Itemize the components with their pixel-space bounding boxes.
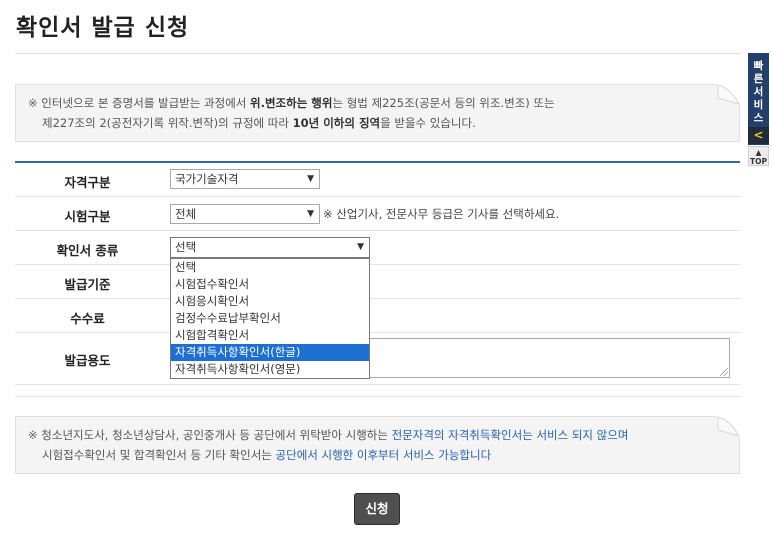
forgery-warning-notice: ※ 인터넷으로 본 증명서를 발급받는 과정에서 위.변조하는 행위는 형법 제… xyxy=(15,84,740,142)
row-cert-type: 확인서 종류 선택 ▼ xyxy=(15,231,740,265)
notice-line-2: 제227조의 2(공전자기록 위작.변작)의 규정에 따라 10년 이하의 징역… xyxy=(28,113,739,133)
dropdown-arrow-icon: ▼ xyxy=(357,242,364,252)
quick-service-char: 른 xyxy=(753,73,764,85)
notice-mark: ※ xyxy=(28,96,38,110)
page-title: 확인서 발급 신청 xyxy=(16,15,190,41)
notice-bold-text: 10년 이하의 징역 xyxy=(292,116,381,130)
quick-service-char: 비 xyxy=(753,99,764,111)
quick-service-char: 빠 xyxy=(753,60,764,72)
qual-type-value: 국가기술자격 xyxy=(175,172,239,186)
row-fee: 수수료 xyxy=(15,299,740,333)
notice-text: 시험접수확인서 및 합격확인서 등 기타 확인서는 xyxy=(42,448,276,462)
dropdown-option[interactable]: 시험합격확인서 xyxy=(171,327,369,344)
notice-highlight-text: 전문자격의 자격취득확인서는 서비스 되지 않으며 xyxy=(391,428,629,442)
notice-highlight-text: 공단에서 시행한 이후부터 서비스 가능합니다 xyxy=(275,448,492,462)
cert-type-label: 확인서 종류 xyxy=(56,243,119,258)
page-curl-icon xyxy=(716,84,740,106)
notice-line-1: ※ 인터넷으로 본 증명서를 발급받는 과정에서 위.변조하는 행위는 형법 제… xyxy=(28,93,739,113)
notice-bold-text: 위.변조하는 행위 xyxy=(250,96,333,110)
row-qual-type: 자격구분 국가기술자격 ▼ xyxy=(15,163,740,197)
cert-type-select[interactable]: 선택 ▼ xyxy=(170,237,370,258)
dropdown-option-highlighted[interactable]: 자격취득사항확인서(한글) xyxy=(171,344,369,361)
notice-text: 인터넷으로 본 증명서를 발급받는 과정에서 xyxy=(41,96,251,110)
purpose-label: 발급용도 xyxy=(64,353,111,368)
cert-type-dropdown-list: 선택 시험접수확인서 시험응시확인서 검정수수료납부확인서 시험합격확인서 자격… xyxy=(170,258,370,379)
notice-text: 제227조의 2(공전자기록 위작.변작)의 규정에 따라 xyxy=(42,116,293,130)
qual-type-select[interactable]: 국가기술자격 ▼ xyxy=(170,169,320,189)
resize-grip-icon[interactable] xyxy=(720,368,728,376)
notice-text: 을 받을수 있습니다. xyxy=(380,116,476,130)
notice-mark: ※ xyxy=(28,428,38,442)
dropdown-option[interactable]: 선택 xyxy=(171,259,369,276)
dropdown-option[interactable]: 시험접수확인서 xyxy=(171,276,369,293)
exam-type-value: 전체 xyxy=(175,207,197,221)
top-label: TOP xyxy=(750,157,767,166)
quick-service-char: 서 xyxy=(753,86,764,98)
page-curl-icon xyxy=(716,416,740,438)
fee-label: 수수료 xyxy=(70,311,105,326)
apply-button[interactable]: 신청 xyxy=(354,493,400,525)
quick-service-char: 스 xyxy=(753,112,764,124)
notice-line-1: ※ 청소년지도사, 청소년상담사, 공인중개사 등 공단에서 위탁받아 시행하는… xyxy=(28,425,739,445)
notice-text: 청소년지도사, 청소년상담사, 공인중개사 등 공단에서 위탁받아 시행하는 xyxy=(41,428,392,442)
title-divider xyxy=(15,53,740,54)
cert-type-value: 선택 xyxy=(175,240,197,254)
row-exam-type: 시험구분 전체 ▼ ※ 산업기사, 전문사무 등급은 기사를 선택하세요. xyxy=(15,197,740,231)
row-purpose: 발급용도 xyxy=(15,333,740,385)
issue-basis-label: 발급기준 xyxy=(64,277,111,292)
arrow-up-icon: ▲ xyxy=(755,148,762,157)
exam-type-select[interactable]: 전체 ▼ xyxy=(170,204,320,224)
exam-type-label: 시험구분 xyxy=(64,209,111,224)
notice-line-2: 시험접수확인서 및 합격확인서 등 기타 확인서는 공단에서 시행한 이후부터 … xyxy=(28,445,739,465)
dropdown-arrow-icon: ▼ xyxy=(307,209,314,219)
dropdown-option[interactable]: 검정수수료납부확인서 xyxy=(171,310,369,327)
qual-type-label: 자격구분 xyxy=(64,175,111,190)
notice-text: 는 형법 제225조(공문서 등의 위조.변조) 또는 xyxy=(332,96,555,110)
service-scope-notice: ※ 청소년지도사, 청소년상담사, 공인중개사 등 공단에서 위탁받아 시행하는… xyxy=(15,416,740,474)
dropdown-option[interactable]: 자격취득사항확인서(영문) xyxy=(171,361,369,378)
scroll-top-button[interactable]: ▲ TOP xyxy=(748,146,769,166)
row-issue-basis: 발급기준 xyxy=(15,265,740,299)
dropdown-option[interactable]: 시험응시확인서 xyxy=(171,293,369,310)
form-bottom-row xyxy=(15,385,740,397)
dropdown-arrow-icon: ▼ xyxy=(307,174,314,184)
chevron-left-icon[interactable]: < xyxy=(748,127,769,144)
exam-type-hint: ※ 산업기사, 전문사무 등급은 기사를 선택하세요. xyxy=(323,207,560,221)
